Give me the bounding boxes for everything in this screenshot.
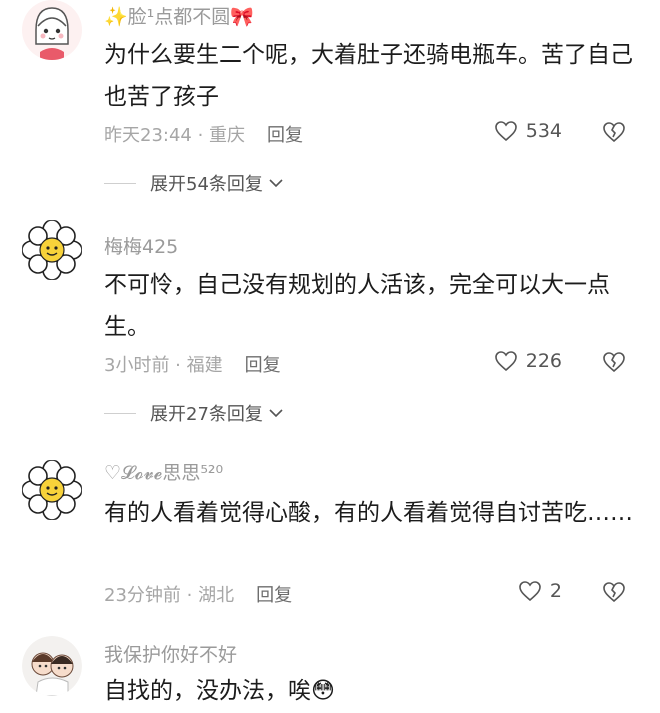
avatar[interactable] (22, 460, 82, 520)
heart-outline-icon (519, 581, 541, 602)
dislike-button[interactable] (602, 121, 626, 147)
user-name[interactable]: 梅梅425 (104, 232, 178, 259)
divider-line (104, 182, 136, 184)
expand-replies-button[interactable]: 展开54条回复 (104, 170, 284, 196)
broken-heart-icon (603, 582, 625, 603)
comment-meta: 23分钟前 · 湖北 回复 (104, 581, 292, 607)
comment-text: 为什么要生二个呢，大着肚子还骑电瓶车。苦了自己也苦了孩子 (104, 42, 633, 110)
chevron-down-icon (269, 179, 283, 188)
meta-separator: · (191, 125, 210, 146)
divider-line (104, 412, 136, 414)
reply-button[interactable]: 回复 (245, 355, 281, 376)
comment-item: 梅梅425 不可怜，自己没有规划的人活该，完全可以大一点生。 3小时前 · 福建… (0, 220, 660, 430)
avatar[interactable] (22, 0, 82, 60)
comment-meta: 3小时前 · 福建 回复 (104, 351, 281, 377)
expand-replies-label: 展开54条回复 (150, 174, 263, 195)
user-name[interactable]: ✨脸¹点都不圆🎀 (104, 2, 254, 29)
couple-avatar-icon (22, 636, 82, 696)
like-count: 2 (549, 580, 562, 602)
flower-avatar-icon (22, 460, 82, 520)
dislike-button[interactable] (602, 351, 626, 377)
comment-location: 湖北 (198, 585, 235, 606)
user-name[interactable]: 我保护你好不好 (104, 640, 237, 667)
meta-separator: · (169, 355, 187, 376)
comment-meta: 昨天23:44 · 重庆 回复 (104, 121, 303, 147)
comment-text: 不可怜，自己没有规划的人活该，完全可以大一点生。 (104, 272, 610, 340)
comment-text: 自找的，没办法，唉😳 (104, 678, 335, 704)
broken-heart-icon (603, 352, 625, 373)
like-count: 226 (525, 350, 562, 372)
comment-location: 重庆 (209, 125, 246, 146)
comment-time: 昨天23:44 (104, 125, 192, 146)
meta-separator: · (180, 585, 199, 606)
reply-button[interactable]: 回复 (256, 585, 292, 606)
flower-avatar-icon (22, 220, 82, 280)
comment-item: ♡𝓛𝓸𝓿𝓮思思⁵²⁰ 有的人看着觉得心酸，有的人看着觉得自讨苦吃…… 23分钟前… (0, 452, 660, 617)
avatar[interactable] (22, 220, 82, 280)
heart-outline-icon (494, 121, 517, 142)
expand-replies-button[interactable]: 展开27条回复 (104, 400, 284, 426)
broken-heart-icon (603, 122, 625, 143)
expand-replies-label: 展开27条回复 (150, 404, 263, 425)
comment-location: 福建 (186, 355, 223, 376)
like-count: 534 (525, 120, 562, 142)
comment-time: 23分钟前 (104, 585, 181, 606)
dislike-button[interactable] (602, 581, 626, 607)
avatar[interactable] (22, 636, 82, 696)
girl-avatar-icon (22, 0, 82, 60)
reply-button[interactable]: 回复 (267, 125, 303, 146)
chevron-down-icon (269, 409, 283, 418)
like-button[interactable]: 2 (518, 580, 562, 602)
comment-item: ✨脸¹点都不圆🎀 为什么要生二个呢，大着肚子还骑电瓶车。苦了自己也苦了孩子 昨天… (0, 0, 660, 200)
user-name[interactable]: ♡𝓛𝓸𝓿𝓮思思⁵²⁰ (104, 458, 223, 485)
comment-text: 有的人看着觉得心酸，有的人看着觉得自讨苦吃…… (104, 500, 633, 526)
like-button[interactable]: 226 (494, 350, 562, 372)
heart-outline-icon (494, 351, 517, 372)
like-button[interactable]: 534 (494, 120, 562, 142)
comment-item: 我保护你好不好 自找的，没办法，唉😳 (0, 632, 660, 713)
comment-time: 3小时前 (104, 355, 170, 376)
